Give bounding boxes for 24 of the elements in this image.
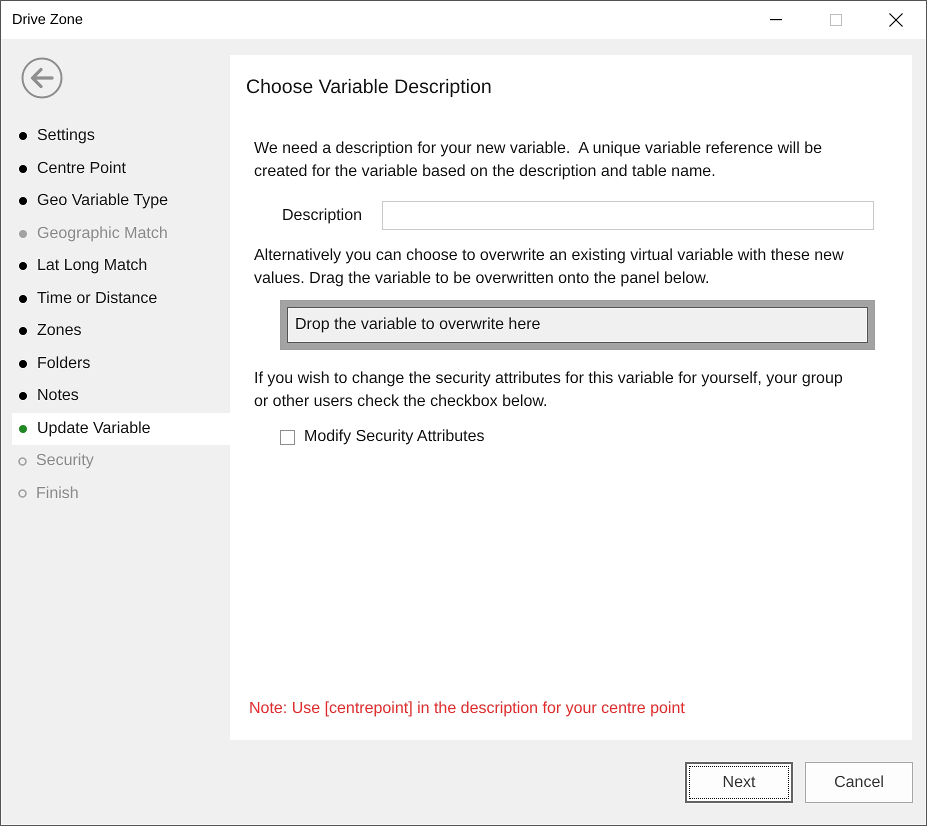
- description-label: Description: [282, 206, 364, 224]
- minimize-icon[interactable]: [770, 19, 782, 21]
- checkbox-label[interactable]: Modify Security Attributes: [304, 428, 485, 446]
- sidebar-item[interactable]: Settings: [12, 120, 230, 152]
- overwrite-text: Alternatively you can choose to overwrite an existing virtual variable with these new values. Drag the variable to be overwritten onto the panel below.: [254, 246, 845, 289]
- sidebar-item[interactable]: Folders: [12, 348, 230, 380]
- sidebar-item[interactable]: Notes: [12, 380, 230, 412]
- sidebar-item[interactable]: Lat Long Match: [12, 250, 230, 282]
- checkbox[interactable]: [280, 430, 295, 444]
- sidebar-item[interactable]: Zones: [12, 315, 230, 348]
- sidebar-item[interactable]: Time or Distance: [12, 282, 230, 315]
- sidebar-item[interactable]: Update Variable: [12, 412, 230, 445]
- close-icon[interactable]: [889, 13, 903, 27]
- page-heading: Choose Variable Description: [246, 75, 493, 99]
- dialog-button[interactable]: Cancel: [805, 762, 913, 803]
- sidebar-item[interactable]: Centre Point: [12, 152, 230, 185]
- note-text: Note: Use [centrepoint] in the description for your centre point: [249, 699, 686, 719]
- description-input[interactable]: [382, 201, 874, 230]
- window-title: Drive Zone: [12, 12, 83, 28]
- intro-text: We need a description for your new variable. A unique variable reference will be created for the variable based on the description and table name.: [254, 139, 824, 182]
- security-text: If you wish to change the security attributes for this variable for yourself, your group or other users check the checkbox below.: [254, 369, 844, 412]
- dialog-button[interactable]: Next: [685, 762, 793, 803]
- sidebar-item[interactable]: Geo Variable Type: [12, 185, 230, 218]
- drop-zone[interactable]: Drop the variable to overwrite here: [280, 300, 875, 350]
